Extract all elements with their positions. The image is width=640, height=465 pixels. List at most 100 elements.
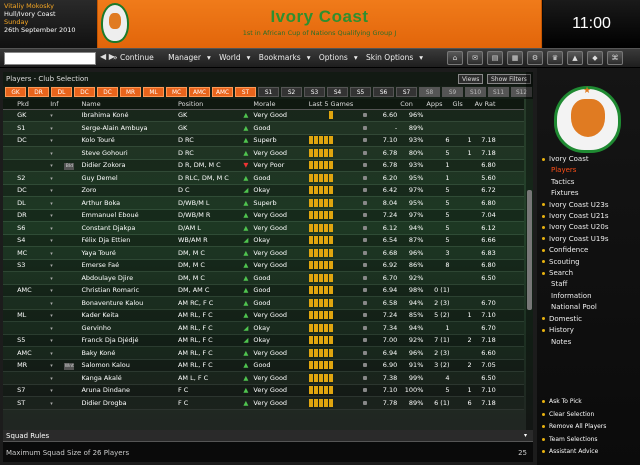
picked-position[interactable]: S7 [14,384,51,397]
picked-position[interactable] [14,271,51,285]
table-row[interactable]: ▾ Bld Didier Zokora D R, DM, M C ▼ Very Poor 6… [3,159,524,172]
filter-tab[interactable]: S11 [488,87,509,97]
filter-tab[interactable]: S9 [442,87,463,97]
dropdown-arrow-icon[interactable]: ▾ [50,313,53,319]
dropdown-arrow-icon[interactable]: ▾ [50,276,53,282]
club-icon[interactable]: ◆ [587,51,603,65]
picked-position[interactable]: S3 [14,259,51,272]
player-name[interactable]: Zoro [81,184,178,197]
search-input[interactable] [4,52,96,65]
col-name-label[interactable]: Name [81,99,178,110]
dropdown-arrow-icon[interactable]: ▾ [50,251,53,257]
table-row[interactable]: ▾ Steve Gohouri D RC ▲ Very Good 6.78 80% 5 1 7.1… [3,146,524,160]
picked-position[interactable]: ML [14,309,51,322]
sidebar-item[interactable]: Ivory Coast [542,154,638,165]
filter-tab[interactable]: S8 [419,87,440,97]
picked-position[interactable]: AMC [14,346,51,360]
table-row[interactable]: MR ▾ Wnt Salomon Kalou AM RL, F C ▲ Good 6.90 91… [3,359,524,372]
dropdown-arrow-icon[interactable]: ▾ [50,151,53,157]
news-icon[interactable]: ▤ [487,51,503,65]
dropdown-arrow-icon[interactable]: ▾ [50,351,53,357]
table-row[interactable]: DR ▾ Emmanuel Eboué D/WB/M R ▲ Very Good 7.24 9… [3,209,524,222]
filter-tab[interactable]: DC [74,87,95,97]
filter-tab[interactable]: S7 [396,87,417,97]
col-pkd-label[interactable]: Pkd [14,99,51,110]
filter-tab[interactable]: DL [51,87,72,97]
picked-position[interactable]: DC [14,134,51,147]
picked-position[interactable]: S4 [14,234,51,247]
menu-skin-options[interactable]: Skin Options [366,53,413,62]
player-name[interactable]: Yaya Touré [81,246,178,260]
table-row[interactable]: S6 ▾ Constant Djakpa D/AM L ▲ Very Good 6.12 94… [3,221,524,235]
table-row[interactable]: DL ▾ Arthur Boka D/WB/M L ▲ Superb 8.04 95% 5 6.8… [3,196,524,210]
dropdown-arrow-icon[interactable]: ▾ [50,376,53,382]
player-name[interactable]: Abdoulaye Djire [81,271,178,285]
table-row[interactable]: DC ▾ Kolo Touré D RC ▲ Superb 7.10 93% 6 1 7.18 [3,134,524,147]
picked-position[interactable]: MR [14,359,51,372]
dropdown-arrow-icon[interactable]: ▾ [50,363,53,369]
picked-position[interactable]: GK [14,109,51,122]
dropdown-arrow-icon[interactable]: ▾ [50,213,53,219]
table-row[interactable]: ▾ Kanga Akalé AM L, F C ▲ Very Good 7.38 99% 4 6… [3,371,524,385]
table-row[interactable]: DC ▾ Zoro D C ◢ Okay 6.42 97% 5 6.72 [3,184,524,197]
filter-tab[interactable]: ML [143,87,164,97]
dropdown-arrow-icon[interactable]: ▾ [50,301,53,307]
sidebar-item[interactable]: Search [542,268,638,279]
stadium-icon[interactable]: ▲ [567,51,583,65]
dropdown-arrow-icon[interactable]: ▾ [50,388,53,394]
menu-bookmarks[interactable]: Bookmarks [259,53,301,62]
squad-rules-header[interactable]: Squad Rules ▾ [3,430,533,442]
col-gls-label[interactable]: Gls [452,99,475,110]
sidebar-item[interactable]: Notes [542,337,638,348]
player-name[interactable]: Kader Keita [81,309,178,322]
picked-position[interactable]: MC [14,246,51,260]
player-name[interactable]: Guy Demel [81,171,178,185]
filter-tab[interactable]: DC [97,87,118,97]
sidebar-action[interactable]: Team Selections [542,434,606,447]
col-position-label[interactable]: Position [177,99,244,110]
show-filters-button[interactable]: Show Filters [487,74,532,84]
col-inf-label[interactable]: Inf [50,99,65,110]
views-button[interactable]: Views [458,74,484,84]
sidebar-item[interactable]: Domestic [542,314,638,325]
dropdown-arrow-icon[interactable]: ▾ [50,226,53,232]
player-name[interactable]: Gervinho [81,321,178,335]
continue-button[interactable]: » Continue [113,53,160,62]
picked-position[interactable]: AMC [14,284,51,297]
table-row[interactable]: AMC ▾ Baky Koné AM RL, F C ▲ Very Good 6.94 96%… [3,346,524,360]
filter-tab[interactable]: ST [235,87,256,97]
player-name[interactable]: Serge-Alain Ambuya [81,121,178,135]
network-icon[interactable]: ⌘ [607,51,623,65]
dropdown-arrow-icon[interactable]: ▾ [50,401,53,407]
scrollbar-thumb[interactable] [527,190,532,310]
picked-position[interactable]: S6 [14,221,51,235]
filter-tab[interactable]: MC [166,87,187,97]
filter-tab[interactable]: S1 [258,87,279,97]
calendar-icon[interactable]: ▦ [507,51,523,65]
table-row[interactable]: MC ▾ Yaya Touré DM, M C ▲ Very Good 6.68 96% 3 6.… [3,246,524,260]
sidebar-item[interactable]: Tactics [542,177,638,188]
table-row[interactable]: ▾ Abdoulaye Djire DM, M C ▲ Good 6.70 92% 6.50 [3,271,524,285]
player-name[interactable]: Kolo Touré [81,134,178,147]
menu-manager[interactable]: Manager [168,53,201,62]
player-name[interactable]: Franck Dja Djédjé [81,334,178,347]
dropdown-arrow-icon[interactable]: ▾ [50,113,53,119]
picked-position[interactable]: DR [14,209,51,222]
trophy-icon[interactable]: ♛ [547,51,563,65]
picked-position[interactable]: S2 [14,171,51,185]
manager-card[interactable]: Vitaliy Mokosky Hull/Ivory Coast Sunday … [0,0,97,48]
dropdown-arrow-icon[interactable]: ▾ [50,188,53,194]
table-row[interactable]: ST ▾ Didier Drogba F C ▲ Very Good 7.78 89% 6 (1… [3,396,524,410]
player-name[interactable]: Emerse Faé [81,259,178,272]
filter-tab[interactable]: S3 [304,87,325,97]
club-subtitle[interactable]: 1st in African Cup of Nations Qualifying… [98,29,541,37]
sidebar-action[interactable]: Remove All Players [542,421,606,434]
sidebar-item[interactable]: Ivory Coast U23s [542,200,638,211]
player-name[interactable]: Steve Gohouri [81,146,178,160]
sidebar-item[interactable]: Ivory Coast U21s [542,211,638,222]
table-row[interactable]: S4 ▾ Félix Dja Ettien WB/AM R ◢ Okay 6.54 87% 5 6… [3,234,524,247]
col-morale-label[interactable]: Morale [253,99,309,110]
player-name[interactable]: Kanga Akalé [81,371,178,385]
picked-position[interactable]: DL [14,196,51,210]
filter-tab[interactable]: GK [5,87,26,97]
